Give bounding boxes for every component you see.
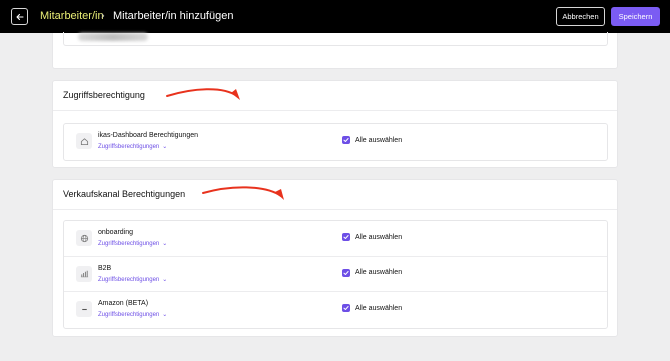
list-item: ikas-Dashboard Berechtigungen Zugriffsbe… [64,124,607,160]
chevron-down-icon: ⌄ [162,276,168,283]
list-item: B2B Zugriffsberechtigungen ⌄ Alle auswähl… [64,257,607,292]
top-bar: Mitarbeiter/in › Mitarbeiter/in hinzufüg… [0,0,670,33]
bar-chart-icon [76,265,92,282]
select-all-checkbox[interactable] [342,233,350,241]
cancel-button[interactable]: Abbrechen [556,7,605,26]
access-permissions-header: Zugriffsberechtigung [53,81,617,111]
list-item: onboarding Zugriffsberechtigungen ⌄ Alle … [64,221,607,257]
select-all-toggle[interactable]: Alle auswählen [342,304,402,312]
select-all-label: Alle auswählen [355,136,403,144]
globe-icon [76,230,92,246]
home-icon [76,133,92,149]
select-all-label: Alle auswählen [355,233,403,241]
select-all-checkbox[interactable] [342,304,350,312]
sales-channel-list: onboarding Zugriffsberechtigungen ⌄ Alle … [63,220,608,329]
chevron-down-icon: ⌄ [162,241,168,247]
select-all-toggle[interactable]: Alle auswählen [342,136,402,144]
page-title: Mitarbeiter/in hinzufügen [113,10,234,22]
access-permissions-list: ikas-Dashboard Berechtigungen Zugriffsbe… [63,123,608,161]
previous-section-card [52,32,618,69]
previous-section-inner-box [63,32,608,46]
sales-channel-permissions-card: Verkaufskanal Berechtigungen onboarding … [52,179,618,337]
chevron-down-icon: ⌄ [162,144,168,150]
access-permissions-dropdown[interactable]: Zugriffsberechtigungen ⌄ [98,311,167,318]
back-button[interactable] [11,8,28,25]
sales-channel-permissions-title: Verkaufskanal Berechtigungen [63,189,186,199]
channel-name: B2B [98,264,112,272]
list-item: Amazon (BETA) Zugriffsberechtigungen ⌄ Al… [64,292,607,328]
access-permissions-dropdown[interactable]: Zugriffsberechtigungen ⌄ [98,276,167,283]
arrow-left-icon [16,13,24,21]
sales-channel-permissions-header: Verkaufskanal Berechtigungen [53,180,617,210]
select-all-checkbox[interactable] [342,268,350,277]
chevron-down-icon: ⌄ [162,312,168,318]
select-all-label: Alle auswählen [355,269,403,276]
blurred-content [78,33,148,41]
select-all-toggle[interactable]: Alle auswählen [342,233,402,241]
annotation-arrow-icon [166,88,240,100]
annotation-arrow-icon [202,186,284,200]
permission-name: ikas-Dashboard Berechtigungen [98,132,199,139]
save-button[interactable]: Speichern [611,7,660,26]
access-permissions-dropdown[interactable]: Zugriffsberechtigungen ⌄ [98,143,167,150]
access-permissions-title: Zugriffsberechtigung [63,90,145,100]
breadcrumb-separator: › [101,10,105,22]
select-all-toggle[interactable]: Alle auswählen [342,268,403,277]
access-permissions-card: Zugriffsberechtigung ikas-Dashboard Bere… [52,80,618,168]
access-permissions-dropdown[interactable]: Zugriffsberechtigungen ⌄ [98,240,167,247]
channel-name: onboarding [98,229,134,236]
channel-name: Amazon (BETA) [98,300,149,307]
select-all-checkbox[interactable] [342,136,350,144]
dash-icon [76,301,92,317]
breadcrumb-parent-link[interactable]: Mitarbeiter/in [40,10,104,22]
select-all-label: Alle auswählen [355,304,403,312]
